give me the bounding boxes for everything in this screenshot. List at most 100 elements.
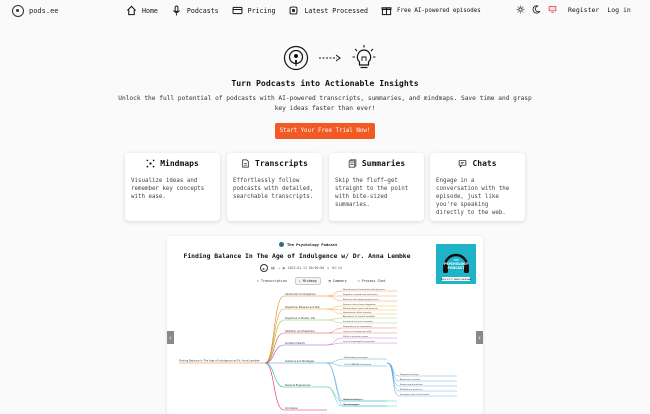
mindmap-subnode-link bbox=[326, 358, 344, 364]
feature-title: Summaries bbox=[361, 159, 406, 168]
prev-arrow[interactable]: ‹ bbox=[167, 331, 174, 344]
mindmap-root: Finding Balance In The Age of Indulgence… bbox=[179, 359, 260, 363]
logo[interactable]: pods.ee bbox=[12, 5, 59, 17]
mindmap-subnode: Reframing pain bbox=[344, 403, 361, 406]
share-icon[interactable]: ⟶ bbox=[278, 266, 280, 270]
mindmap-canvas[interactable]: Finding Balance In The Age of Indulgence… bbox=[167, 288, 483, 414]
pencil-icon: ✎ bbox=[257, 279, 259, 283]
mindmap-leaf-link bbox=[326, 308, 343, 315]
logo-icon bbox=[12, 5, 24, 17]
document-icon: ▤ bbox=[328, 279, 331, 283]
top-nav: pods.ee Home Podcasts Pricing Latest Pro… bbox=[0, 0, 650, 24]
stack-icon bbox=[348, 159, 357, 168]
nav-latest-label: Latest Processed bbox=[304, 6, 368, 15]
sun-icon[interactable] bbox=[516, 5, 525, 14]
podcast-name[interactable]: The Psychology Podcast bbox=[279, 242, 337, 247]
microphone-icon bbox=[172, 5, 180, 16]
mindmap-branch: Solutions and Strategies bbox=[285, 360, 315, 363]
mindmap-leaf-link bbox=[326, 317, 343, 321]
mindmap-leaf: Mindfulness practices bbox=[400, 388, 423, 391]
mindmap-branch-link bbox=[264, 308, 285, 364]
mindmap-branch: Addiction and Dopamine bbox=[285, 330, 315, 333]
feature-card-chats: Chats Engage in a conversation with the … bbox=[430, 153, 525, 221]
podcast-avatar bbox=[279, 242, 284, 247]
login-link[interactable]: Log in bbox=[607, 6, 630, 14]
cover-line4: WITH SCOTT BARRY KAUFMAN bbox=[441, 278, 472, 281]
tab-summary[interactable]: ▤ Summary bbox=[326, 277, 350, 285]
nav-podcasts[interactable]: Podcasts bbox=[171, 5, 219, 16]
chat-icon bbox=[459, 160, 467, 168]
nav-home-label: Home bbox=[142, 6, 158, 15]
mindmap-leaf-link bbox=[386, 362, 400, 387]
mindmap-leaf-link bbox=[386, 362, 400, 397]
episode-title: Finding Balance In The Age of Indulgence… bbox=[183, 252, 411, 260]
play-button[interactable]: ▶ bbox=[260, 264, 268, 272]
audio-player: ▶ ❚❚ ⟶ ▦ 2023-01-12 00:00:00 ◷ 01:14 bbox=[260, 264, 342, 272]
episode-tabs: ✎ Transcription ✦ Mindmap ▤ Summary ▫ Proces… bbox=[254, 277, 388, 285]
free-trial-button[interactable]: Start Your Free Trial Now! bbox=[275, 123, 375, 139]
nav-pricing[interactable]: Pricing bbox=[232, 5, 276, 16]
tab-label: Mindmap bbox=[302, 279, 317, 283]
feature-description: Visualize ideas and remember key concept… bbox=[131, 178, 205, 200]
next-arrow[interactable]: › bbox=[476, 331, 483, 344]
mindmap-branch-link bbox=[264, 332, 285, 364]
chat-icon: ▫ bbox=[357, 279, 360, 283]
mindmap-leaf: Regulates reward and motivation bbox=[343, 293, 378, 296]
nav-latest[interactable]: Latest Processed bbox=[288, 5, 368, 16]
mindmap-leaf: Homeostasis after stimulus bbox=[343, 311, 371, 314]
nav-podcasts-label: Podcasts bbox=[186, 6, 219, 15]
mindmap-leaf-link bbox=[326, 327, 343, 334]
tab-transcription[interactable]: ✎ Transcription bbox=[254, 277, 290, 285]
mindmap-leaf: Dependence on substances bbox=[343, 325, 372, 328]
tab-process-chat[interactable]: ▫ Process Chat bbox=[355, 277, 389, 285]
mindmap-icon: ✦ bbox=[298, 279, 301, 283]
tab-label: Summary bbox=[332, 279, 347, 283]
lightbulb-icon bbox=[352, 45, 376, 69]
chip-icon bbox=[290, 6, 298, 15]
nav-free-label: Free AI-powered episodes bbox=[396, 7, 481, 14]
podcast-cover-art: THE PSYCHOLOGY PODCAST WITH SCOTT BARRY … bbox=[441, 253, 472, 281]
mindmap-leaf: Neurochemical associated with pleasure bbox=[343, 288, 386, 291]
feature-description: Effortlessly follow podcasts with detail… bbox=[233, 178, 314, 200]
mindmap-leaf: Abstinence periods bbox=[400, 378, 420, 381]
feature-card-summaries: Summaries Skip the fluff—get straight to… bbox=[329, 153, 424, 221]
mindmap-leaf: Increased access to rewards bbox=[343, 320, 372, 323]
monitor-icon[interactable] bbox=[548, 5, 557, 14]
mindmap-subnode: Radical honesty bbox=[344, 398, 361, 401]
cover-line3: PODCAST bbox=[448, 266, 466, 270]
nav-pricing-label: Pricing bbox=[247, 6, 276, 15]
mindmap-leaf-link bbox=[326, 386, 343, 402]
arrow-right-icon bbox=[319, 54, 341, 62]
mindmap-leaf: Abundance of stimuli available bbox=[343, 315, 376, 318]
mindmap-branch: Personal Experiences bbox=[285, 384, 311, 387]
hero-title: Turn Podcasts into Actionable Insights bbox=[231, 78, 419, 88]
hero-illustration bbox=[283, 44, 377, 72]
feature-card-mindmaps: Mindmaps Visualize ideas and remember ke… bbox=[125, 153, 220, 221]
mindmap-leaf-link bbox=[326, 319, 343, 324]
calendar-icon: ▦ bbox=[282, 266, 285, 270]
mindmap-leaf: Relationship to pain and pleasure bbox=[343, 307, 379, 310]
moon-icon[interactable] bbox=[532, 5, 541, 14]
home-icon bbox=[127, 5, 136, 16]
feature-title: Transcripts bbox=[255, 159, 308, 168]
episode-date: 2023-01-12 00:00:00 bbox=[287, 266, 325, 270]
mindmap-branch-link bbox=[264, 362, 285, 388]
mindmap-subnode-link bbox=[326, 362, 344, 407]
tab-label: Process Chat bbox=[361, 279, 386, 283]
nav-home[interactable]: Home bbox=[126, 5, 158, 16]
pause-icon[interactable]: ❚❚ bbox=[271, 266, 275, 270]
mindmap-subnode: The DOPAMINE framework bbox=[344, 363, 372, 366]
mindmap-subnode: Self-binding techniques bbox=[344, 356, 368, 359]
feature-title: Mindmaps bbox=[160, 159, 199, 168]
tab-mindmap[interactable]: ✦ Mindmap bbox=[294, 277, 321, 285]
mindmap-leaf: Cycles of craving and relief bbox=[343, 330, 372, 333]
nav-free-episodes[interactable]: Free AI-powered episodes bbox=[381, 5, 481, 16]
register-link[interactable]: Register bbox=[568, 6, 599, 14]
mindmap-leaf: Shifts in attention spans bbox=[343, 335, 368, 338]
mindmap-branch: Dopamine in Modern Life bbox=[285, 317, 316, 320]
feature-description: Engage in a conversation with the episod… bbox=[436, 178, 510, 216]
mindmap-leaf-link bbox=[326, 290, 343, 297]
mindmap-leaf: Dopamine fasting bbox=[400, 373, 419, 376]
document-icon bbox=[242, 159, 249, 168]
podcast-name-label: The Psychology Podcast bbox=[287, 242, 338, 247]
